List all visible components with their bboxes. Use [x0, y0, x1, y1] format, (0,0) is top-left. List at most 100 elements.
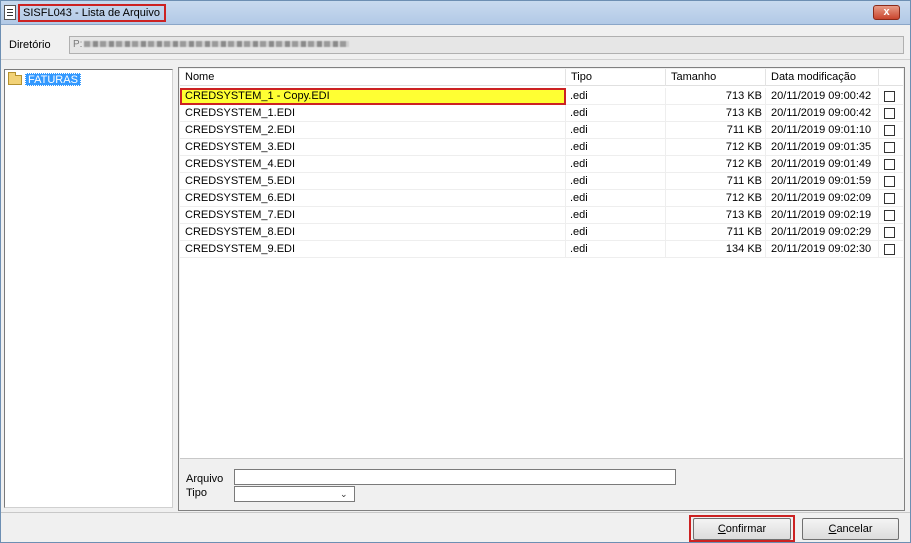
- file-size: 711 KB: [666, 173, 766, 190]
- file-type: .edi: [566, 173, 666, 190]
- row-checkbox-cell: [879, 122, 903, 139]
- file-type-label: Tipo: [186, 487, 207, 499]
- directory-path-redacted: [84, 41, 350, 48]
- row-checkbox-cell: [879, 105, 903, 122]
- file-type: .edi: [566, 156, 666, 173]
- row-checkbox-cell: [879, 88, 903, 105]
- row-checkbox-cell: [879, 224, 903, 241]
- file-name-input[interactable]: [234, 469, 676, 485]
- file-type: .edi: [566, 88, 666, 105]
- row-checkbox[interactable]: [884, 125, 895, 136]
- row-checkbox[interactable]: [884, 176, 895, 187]
- column-header-check: [879, 69, 903, 86]
- file-size: 711 KB: [666, 224, 766, 241]
- row-checkbox[interactable]: [884, 108, 895, 119]
- file-list-dialog: SISFL043 - Lista de Arquivo x Diretório …: [0, 0, 911, 543]
- column-header-data-modificacao[interactable]: Data modificação: [766, 69, 879, 86]
- row-checkbox-cell: [879, 156, 903, 173]
- file-name: CREDSYSTEM_1.EDI: [180, 105, 566, 122]
- confirm-button[interactable]: Confirmar: [693, 518, 791, 540]
- row-checkbox[interactable]: [884, 210, 895, 221]
- file-list-header: Nome Tipo Tamanho Data modificação: [180, 69, 903, 86]
- table-row[interactable]: CREDSYSTEM_2.EDI .edi 711 KB 20/11/2019 …: [180, 122, 903, 139]
- table-row[interactable]: CREDSYSTEM_9.EDI .edi 134 KB 20/11/2019 …: [180, 241, 903, 258]
- document-icon: [4, 5, 16, 20]
- file-date: 20/11/2019 09:01:59: [766, 173, 879, 190]
- row-checkbox-cell: [879, 139, 903, 156]
- file-type: .edi: [566, 241, 666, 258]
- file-size: 713 KB: [666, 105, 766, 122]
- directory-value-prefix: P:: [73, 39, 83, 50]
- file-size: 134 KB: [666, 241, 766, 258]
- file-date: 20/11/2019 09:02:30: [766, 241, 879, 258]
- file-type: .edi: [566, 139, 666, 156]
- directory-label: Diretório: [9, 39, 51, 51]
- file-name: CREDSYSTEM_3.EDI: [180, 139, 566, 156]
- table-row[interactable]: CREDSYSTEM_7.EDI .edi 713 KB 20/11/2019 …: [180, 207, 903, 224]
- table-row[interactable]: CREDSYSTEM_3.EDI .edi 712 KB 20/11/2019 …: [180, 139, 903, 156]
- cancel-button[interactable]: Cancelar: [802, 518, 899, 540]
- column-header-tipo[interactable]: Tipo: [566, 69, 666, 86]
- file-date: 20/11/2019 09:02:09: [766, 190, 879, 207]
- file-name: CREDSYSTEM_2.EDI: [180, 122, 566, 139]
- row-checkbox[interactable]: [884, 91, 895, 102]
- file-size: 712 KB: [666, 156, 766, 173]
- file-name: CREDSYSTEM_7.EDI: [180, 207, 566, 224]
- confirm-mnemonic: C: [717, 523, 726, 535]
- file-size: 712 KB: [666, 190, 766, 207]
- file-date: 20/11/2019 09:00:42: [766, 88, 879, 105]
- file-type: .edi: [566, 224, 666, 241]
- column-header-nome[interactable]: Nome: [180, 69, 566, 86]
- row-checkbox-cell: [879, 207, 903, 224]
- main-panel: Nome Tipo Tamanho Data modificação CREDS…: [178, 67, 905, 511]
- tree-item-label: FATURAS: [25, 73, 81, 86]
- table-row[interactable]: CREDSYSTEM_5.EDI .edi 711 KB 20/11/2019 …: [180, 173, 903, 190]
- confirm-label: onfirmar: [725, 523, 767, 535]
- directory-row: Diretório P:: [1, 27, 910, 60]
- table-row[interactable]: CREDSYSTEM_8.EDI .edi 711 KB 20/11/2019 …: [180, 224, 903, 241]
- file-size: 711 KB: [666, 122, 766, 139]
- file-date: 20/11/2019 09:01:35: [766, 139, 879, 156]
- close-button[interactable]: x: [873, 5, 900, 20]
- row-checkbox-cell: [879, 190, 903, 207]
- chevron-down-icon: ⌄: [340, 489, 348, 499]
- file-name: CREDSYSTEM_5.EDI: [180, 173, 566, 190]
- directory-field: P:: [69, 36, 904, 54]
- title-bar: SISFL043 - Lista de Arquivo x: [1, 1, 910, 25]
- column-header-tamanho[interactable]: Tamanho: [666, 69, 766, 86]
- table-row[interactable]: CREDSYSTEM_6.EDI .edi 712 KB 20/11/2019 …: [180, 190, 903, 207]
- row-checkbox[interactable]: [884, 193, 895, 204]
- row-checkbox[interactable]: [884, 244, 895, 255]
- row-checkbox[interactable]: [884, 142, 895, 153]
- file-date: 20/11/2019 09:02:19: [766, 207, 879, 224]
- file-name: CREDSYSTEM_1 - Copy.EDI: [180, 88, 566, 105]
- row-checkbox[interactable]: [884, 159, 895, 170]
- file-type: .edi: [566, 190, 666, 207]
- file-name: CREDSYSTEM_6.EDI: [180, 190, 566, 207]
- file-size: 713 KB: [666, 88, 766, 105]
- file-type: .edi: [566, 207, 666, 224]
- file-name: CREDSYSTEM_8.EDI: [180, 224, 566, 241]
- file-type: .edi: [566, 105, 666, 122]
- row-checkbox-cell: [879, 173, 903, 190]
- file-size: 713 KB: [666, 207, 766, 224]
- file-name: CREDSYSTEM_4.EDI: [180, 156, 566, 173]
- file-date: 20/11/2019 09:01:49: [766, 156, 879, 173]
- table-row[interactable]: CREDSYSTEM_1.EDI .edi 713 KB 20/11/2019 …: [180, 105, 903, 122]
- file-date: 20/11/2019 09:02:29: [766, 224, 879, 241]
- row-checkbox-cell: [879, 241, 903, 258]
- file-date: 20/11/2019 09:01:10: [766, 122, 879, 139]
- file-name: CREDSYSTEM_9.EDI: [180, 241, 566, 258]
- file-date: 20/11/2019 09:00:42: [766, 105, 879, 122]
- folder-tree: FATURAS: [4, 69, 173, 508]
- window-title: SISFL043 - Lista de Arquivo: [18, 4, 166, 22]
- table-row[interactable]: CREDSYSTEM_4.EDI .edi 712 KB 20/11/2019 …: [180, 156, 903, 173]
- file-type: .edi: [566, 122, 666, 139]
- cancel-label: ancelar: [836, 523, 873, 535]
- row-checkbox[interactable]: [884, 227, 895, 238]
- file-size: 712 KB: [666, 139, 766, 156]
- table-row[interactable]: CREDSYSTEM_1 - Copy.EDI .edi 713 KB 20/1…: [180, 88, 903, 105]
- file-type-select[interactable]: ⌄: [234, 486, 355, 502]
- file-list: Nome Tipo Tamanho Data modificação CREDS…: [180, 69, 903, 459]
- folder-icon: [8, 72, 22, 85]
